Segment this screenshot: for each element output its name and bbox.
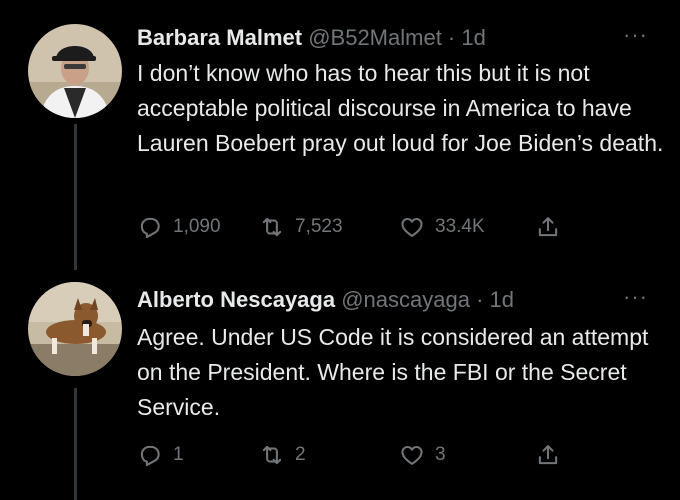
avatar[interactable] (28, 282, 122, 376)
tweet-actions: 1 2 3 (137, 440, 577, 470)
thread-line (74, 388, 77, 500)
tweet-actions: 1,090 7,523 33.4K (137, 212, 577, 242)
display-name[interactable]: Barbara Malmet (137, 25, 302, 50)
timestamp[interactable]: 1d (461, 25, 485, 50)
share-button[interactable] (535, 440, 561, 470)
like-icon (401, 217, 423, 237)
thread-line (74, 124, 77, 270)
retweet-button[interactable]: 7,523 (259, 212, 343, 242)
share-button[interactable] (535, 212, 561, 242)
more-options-icon[interactable]: ··· (623, 286, 648, 308)
reply-button[interactable]: 1 (137, 440, 184, 470)
retweet-count: 2 (295, 444, 306, 465)
handle[interactable]: @B52Malmet (308, 25, 442, 50)
reply-icon (140, 445, 160, 467)
share-icon (538, 445, 558, 465)
like-button[interactable]: 33.4K (399, 212, 485, 242)
tweet-header: Alberto Nescayaga @nascayaga · 1d ··· (137, 286, 660, 314)
tweet[interactable]: Alberto Nescayaga @nascayaga · 1d ··· Ag… (0, 270, 680, 500)
share-icon (538, 217, 558, 237)
reply-count: 1,090 (173, 216, 221, 237)
timestamp[interactable]: 1d (490, 287, 514, 312)
like-button[interactable]: 3 (399, 440, 446, 470)
reply-button[interactable]: 1,090 (137, 212, 221, 242)
retweet-button[interactable]: 2 (259, 440, 306, 470)
reply-icon (140, 217, 160, 239)
tweet[interactable]: Barbara Malmet @B52Malmet · 1d ··· I don… (0, 0, 680, 270)
handle[interactable]: @nascayaga (341, 287, 470, 312)
tweet-header: Barbara Malmet @B52Malmet · 1d ··· (137, 24, 660, 52)
avatar[interactable] (28, 24, 122, 118)
like-count: 33.4K (435, 216, 485, 237)
tweet-text: Agree. Under US Code it is considered an… (137, 324, 649, 420)
meta-separator: · (469, 287, 490, 312)
like-count: 3 (435, 444, 446, 465)
reply-count: 1 (173, 444, 184, 465)
display-name[interactable]: Alberto Nescayaga (137, 287, 335, 312)
retweet-count: 7,523 (295, 216, 343, 237)
retweet-icon (262, 217, 282, 237)
more-options-icon[interactable]: ··· (623, 24, 648, 46)
like-icon (401, 445, 423, 465)
meta-separator: · (441, 25, 462, 50)
retweet-icon (262, 445, 282, 465)
tweet-text: I don’t know who has to hear this but it… (137, 60, 664, 156)
